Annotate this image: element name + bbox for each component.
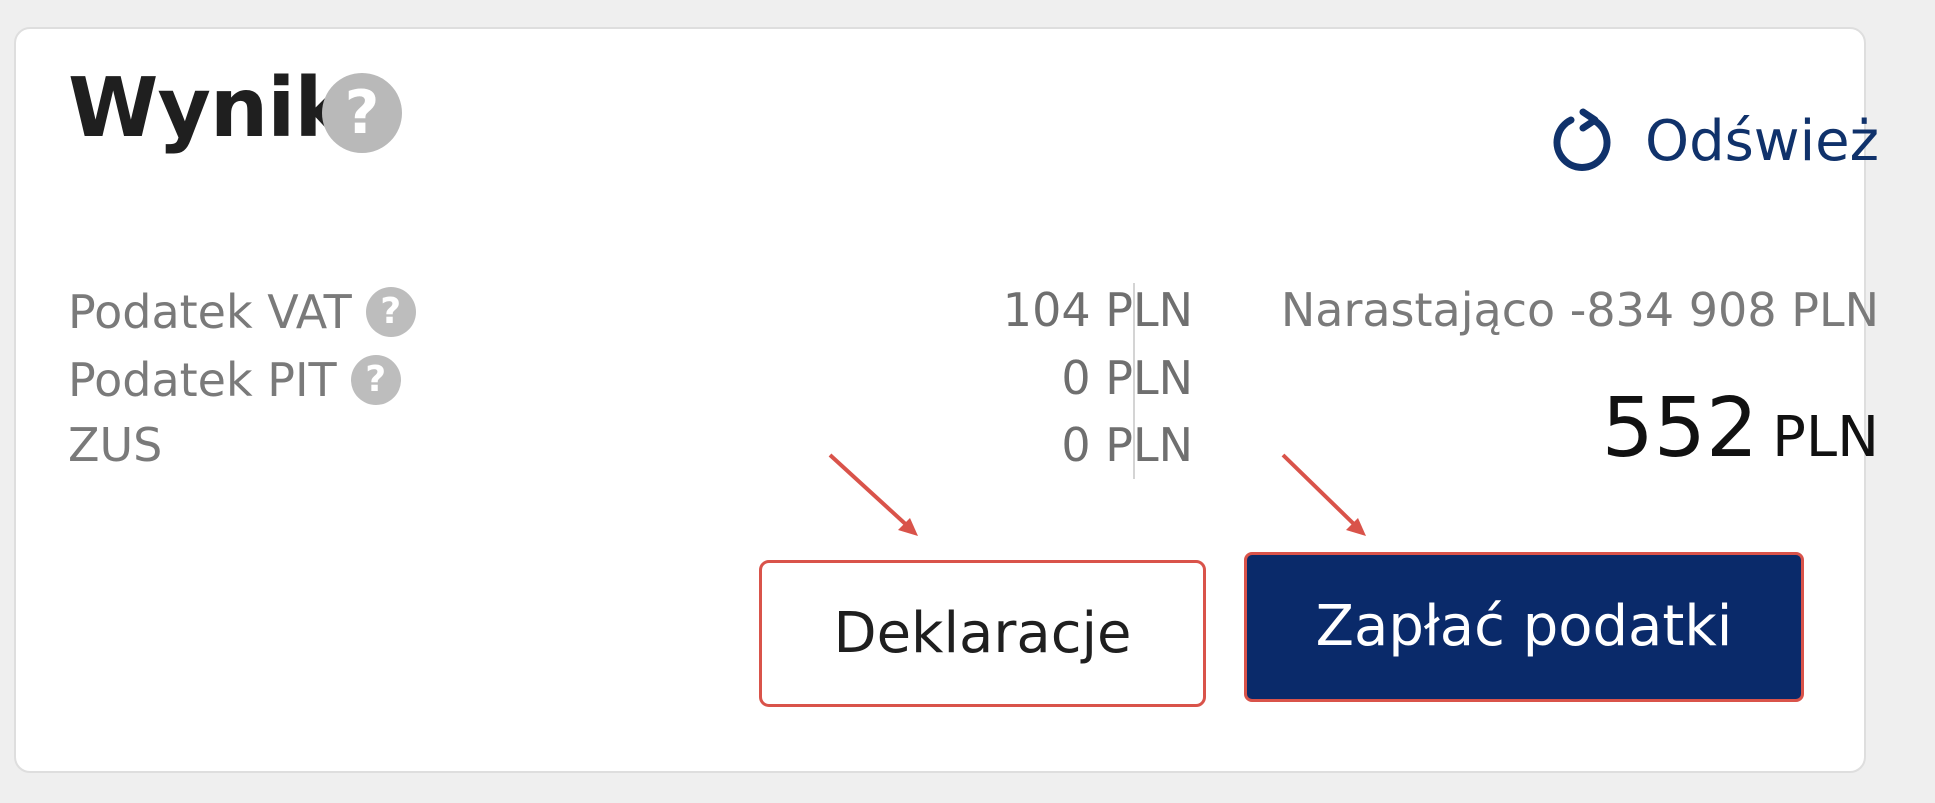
tax-amount-vat: 104 PLN bbox=[1002, 283, 1193, 337]
tax-amount-pit: 0 PLN bbox=[1061, 351, 1193, 405]
vat-help-icon[interactable]: ? bbox=[365, 287, 416, 337]
card-title: Wynik bbox=[68, 61, 349, 156]
column-divider bbox=[1133, 283, 1135, 479]
tax-label-zus: ZUS bbox=[68, 418, 163, 472]
tax-label-vat: Podatek VAT bbox=[68, 285, 352, 339]
tax-row-zus: ZUS bbox=[68, 422, 162, 468]
tax-row-pit: Podatek PIT ? bbox=[68, 355, 401, 405]
pit-help-icon[interactable]: ? bbox=[350, 355, 401, 405]
cumulative-total: Narastająco -834 908 PLN bbox=[1280, 283, 1879, 337]
total-amount: 552 PLN bbox=[1602, 388, 1879, 470]
total-value: 552 bbox=[1601, 381, 1759, 476]
tax-row-vat: Podatek VAT ? bbox=[68, 287, 416, 337]
refresh-label: Odśwież bbox=[1644, 109, 1879, 174]
tax-label-pit: Podatek PIT bbox=[68, 353, 337, 407]
pay-taxes-button[interactable]: Zapłać podatki bbox=[1244, 552, 1804, 702]
help-icon[interactable]: ? bbox=[322, 73, 402, 153]
refresh-button[interactable]: Odśwież bbox=[1551, 108, 1879, 176]
tax-amount-zus: 0 PLN bbox=[1061, 418, 1193, 472]
declarations-button[interactable]: Deklaracje bbox=[759, 560, 1206, 707]
refresh-icon bbox=[1553, 108, 1611, 171]
total-currency: PLN bbox=[1772, 405, 1879, 470]
